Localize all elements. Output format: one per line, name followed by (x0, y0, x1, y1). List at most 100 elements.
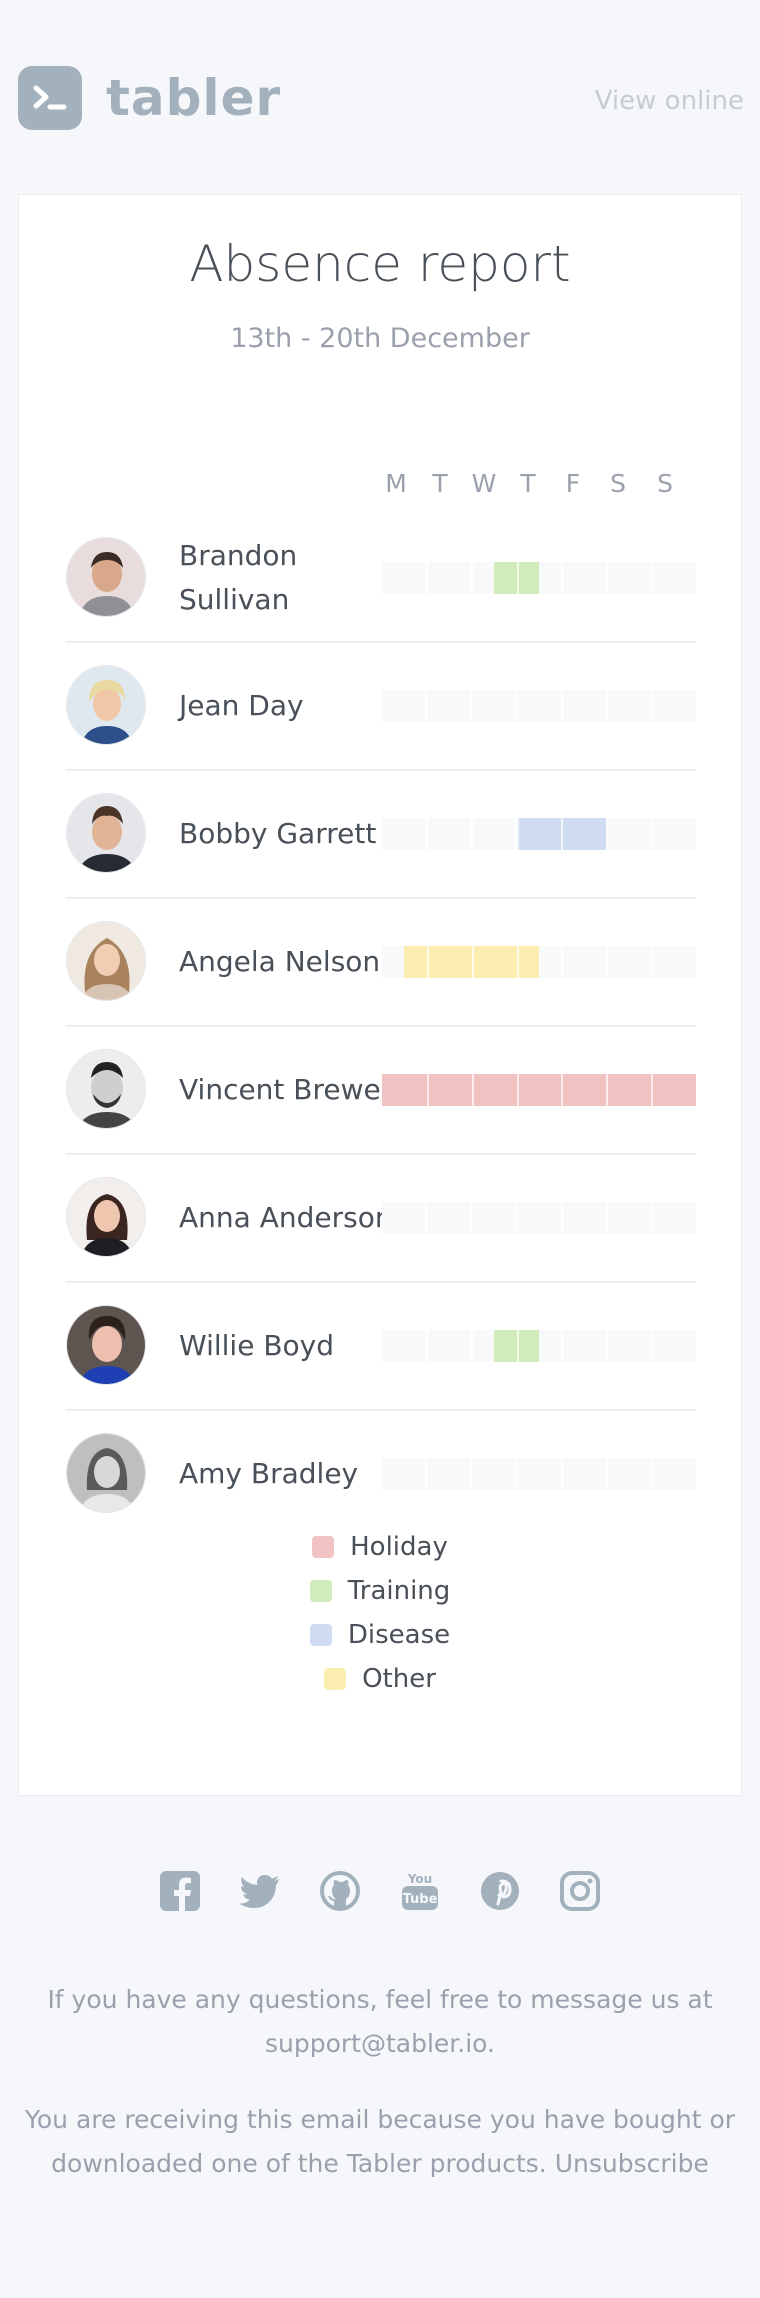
absence-timeline (382, 946, 696, 978)
day-cell (470, 818, 516, 850)
avatar (66, 1305, 146, 1385)
legend-swatch (309, 1580, 332, 1602)
employee-list: Brandon Sullivan Jean Day Bobby Garrett … (66, 515, 696, 1537)
day-label: S (657, 469, 673, 498)
day-cell (470, 1458, 516, 1490)
employee-name: Jean Day (179, 689, 304, 722)
absence-bar (382, 1074, 696, 1106)
day-separator (606, 1074, 609, 1106)
youtube-icon[interactable]: You Tube (399, 1870, 441, 1912)
day-cell (470, 1202, 516, 1234)
employee-name: Willie Boyd (179, 1329, 334, 1362)
day-cell (650, 1330, 696, 1362)
legend-swatch (312, 1536, 335, 1558)
unsubscribe-link[interactable]: Unsubscribe (555, 2149, 709, 2178)
legend-swatch (309, 1624, 332, 1646)
day-cell (560, 690, 606, 722)
day-separator (471, 818, 474, 850)
legend-label: Training (347, 1576, 451, 1606)
day-cell (605, 690, 651, 722)
facebook-icon[interactable] (159, 1870, 201, 1912)
day-cell (560, 1202, 606, 1234)
day-cell (605, 1458, 651, 1490)
support-message: If you have any questions, feel free to … (47, 1985, 713, 2058)
avatar (66, 921, 146, 1001)
day-separator (561, 562, 564, 594)
legend-label: Other (362, 1664, 436, 1694)
day-separator (516, 946, 519, 978)
legend-item-training: Training (19, 1569, 741, 1613)
day-separator (606, 562, 609, 594)
day-separator (471, 946, 474, 978)
absence-timeline (382, 690, 696, 722)
employee-row: Angela Nelson (66, 897, 696, 1025)
employee-row: Vincent Brewer (66, 1025, 696, 1153)
day-label: T (520, 469, 536, 498)
svg-text:You: You (407, 1872, 432, 1886)
pinterest-icon[interactable] (479, 1870, 521, 1912)
day-separator (651, 562, 654, 594)
day-separator (471, 562, 474, 594)
employee-name: Anna Anderson (179, 1201, 393, 1234)
twitter-icon[interactable] (239, 1870, 281, 1912)
employee-row: Amy Bradley (66, 1409, 696, 1537)
support-email-link[interactable]: support@tabler.io (265, 2029, 487, 2058)
day-separator (651, 946, 654, 978)
absence-timeline (382, 1330, 696, 1362)
brand-name: tabler (106, 69, 282, 127)
day-separator (426, 818, 429, 850)
day-separator (606, 818, 609, 850)
legend-item-other: Other (19, 1657, 741, 1701)
day-separator (426, 1074, 429, 1106)
day-separator (471, 1330, 474, 1362)
email-footer: You Tube If you have any questions, feel … (0, 1870, 760, 2178)
day-separator (426, 946, 429, 978)
day-separator (606, 946, 609, 978)
svg-text:Tube: Tube (403, 1892, 438, 1907)
day-separator (606, 1330, 609, 1362)
report-title: Absence report (189, 235, 571, 293)
tabler-logo[interactable]: tabler (18, 66, 281, 130)
day-separator (561, 1074, 564, 1106)
employee-row: Brandon Sullivan (66, 515, 696, 641)
day-separator (651, 818, 654, 850)
day-cell (382, 562, 426, 594)
email-header: tabler View online (0, 0, 760, 190)
day-cell (470, 690, 516, 722)
employee-name: Angela Nelson (179, 945, 381, 978)
day-separator (426, 562, 429, 594)
day-label: M (385, 469, 407, 498)
day-cell (560, 946, 606, 978)
day-cell (605, 562, 651, 594)
avatar (66, 1049, 146, 1129)
employee-name: Amy Bradley (179, 1457, 359, 1490)
absence-timeline (382, 1202, 696, 1234)
report-card: Absence report 13th - 20th December M T … (18, 194, 742, 1796)
social-links: You Tube (0, 1870, 760, 1912)
employee-name: Vincent Brewer (179, 1073, 393, 1106)
legend-item-holiday: Holiday (19, 1525, 741, 1569)
day-separator (516, 818, 519, 850)
day-cell (515, 1458, 561, 1490)
day-label: W (471, 469, 497, 498)
day-separator (561, 818, 564, 850)
github-icon[interactable] (319, 1870, 361, 1912)
day-cell (560, 1330, 606, 1362)
view-online-link[interactable]: View online (595, 86, 744, 116)
day-cell (515, 1202, 561, 1234)
day-cell (382, 1458, 426, 1490)
avatar (66, 793, 146, 873)
employee-name: Bobby Garrett (179, 817, 377, 850)
day-cell (650, 1202, 696, 1234)
day-cell (650, 946, 696, 978)
day-separator (426, 1330, 429, 1362)
day-separator (516, 562, 519, 594)
day-cell (605, 1202, 651, 1234)
day-cell (650, 1458, 696, 1490)
terminal-icon (18, 66, 82, 130)
day-separator (471, 1074, 474, 1106)
day-cell (650, 818, 696, 850)
instagram-icon[interactable] (559, 1870, 601, 1912)
avatar (66, 665, 146, 745)
day-cell (382, 1202, 426, 1234)
